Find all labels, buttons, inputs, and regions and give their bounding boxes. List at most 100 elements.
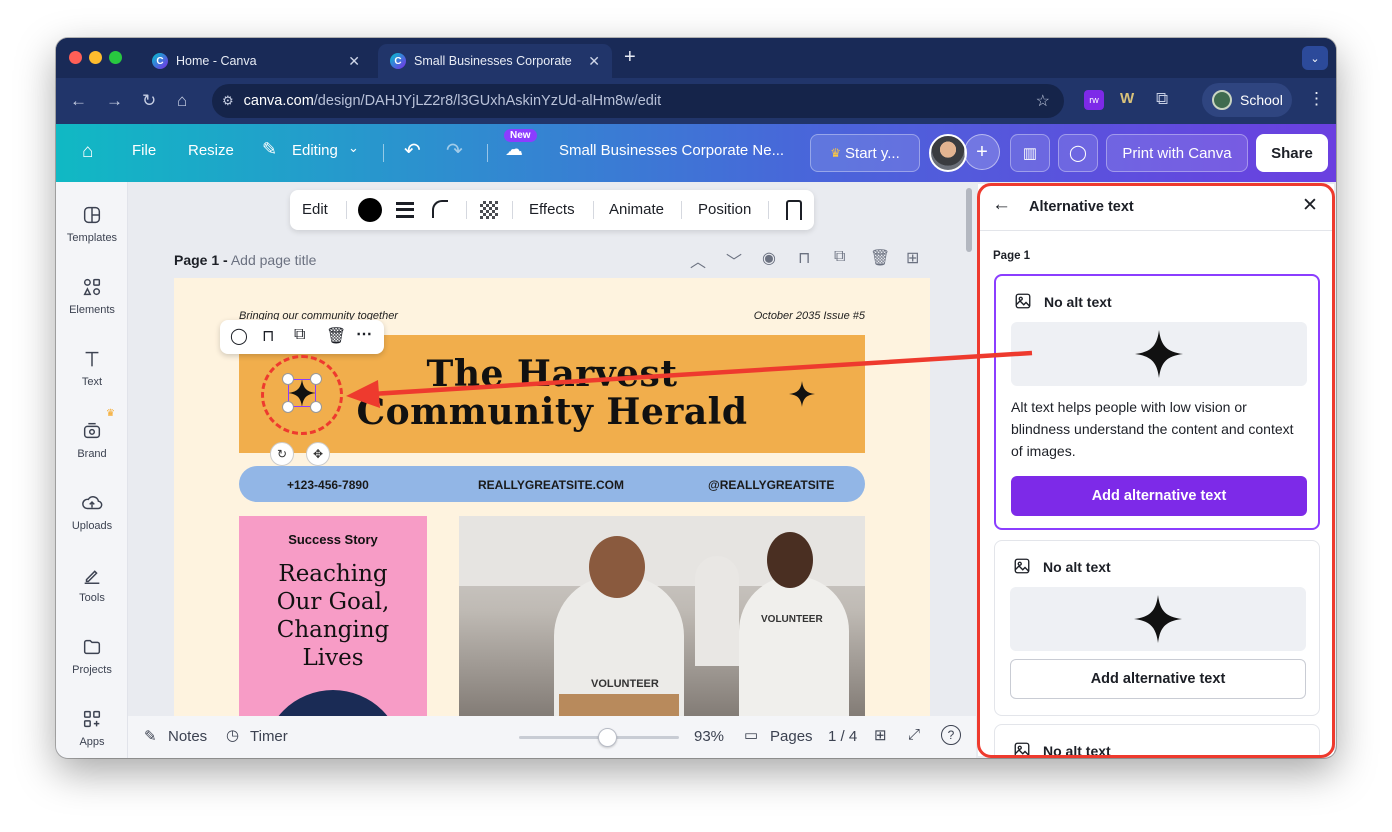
sidebar-item-brand[interactable]: ♛ Brand <box>56 408 128 460</box>
alt-text-card[interactable]: No alt text <box>994 724 1320 758</box>
chevron-down-icon[interactable]: ⌄ <box>348 140 359 156</box>
sidebar-item-text[interactable]: Text <box>56 348 128 388</box>
resize-handle[interactable] <box>310 401 322 413</box>
fullscreen-icon[interactable]: ⤢ <box>908 726 920 743</box>
sparkle-icon[interactable] <box>789 381 815 407</box>
reload-icon[interactable]: ↻ <box>142 91 156 111</box>
back-arrow-icon[interactable]: ← <box>992 194 1011 216</box>
contact-bar[interactable]: +123-456-7890 REALLYGREATSITE.COM @REALL… <box>239 466 865 502</box>
close-tab-icon[interactable]: ✕ <box>348 53 360 70</box>
resize-handle[interactable] <box>282 401 294 413</box>
avatar[interactable] <box>929 134 967 172</box>
new-tab-icon[interactable]: + <box>624 46 636 69</box>
sidebar-item-apps[interactable]: Apps <box>56 708 128 748</box>
position-button[interactable]: Position <box>698 201 751 218</box>
page-title-input[interactable]: Add page title <box>231 252 317 268</box>
tab-design[interactable]: C Small Businesses Corporate N ✕ <box>378 44 612 78</box>
volunteer-photo[interactable]: VOLUNTEER VOLUNTEER <box>459 516 865 718</box>
zoom-slider-handle[interactable] <box>598 728 617 747</box>
minimize-window-button[interactable] <box>89 51 102 64</box>
add-collaborator-button[interactable]: + <box>964 134 1000 170</box>
notes-icon[interactable]: ✎ <box>144 727 157 745</box>
extension-w-icon[interactable]: W <box>1120 90 1134 107</box>
duplicate-page-icon[interactable]: ⧉ <box>834 248 845 266</box>
print-with-canva-button[interactable]: Print with Canva <box>1106 134 1248 172</box>
resize-handle[interactable] <box>282 373 294 385</box>
add-alt-text-button[interactable]: Add alternative text <box>1011 476 1307 516</box>
zoom-level[interactable]: 93% <box>694 728 724 745</box>
animate-button[interactable]: Animate <box>609 201 664 218</box>
sidebar-item-uploads[interactable]: Uploads <box>56 492 128 532</box>
comments-button[interactable]: ◯ <box>1058 134 1098 172</box>
close-tab-icon[interactable]: ✕ <box>588 53 600 70</box>
file-menu[interactable]: File <box>132 142 156 159</box>
sidebar-item-elements[interactable]: Elements <box>56 276 128 316</box>
back-icon[interactable]: ← <box>70 91 87 111</box>
newsletter-title[interactable]: The Harvest Community Herald <box>239 355 865 431</box>
close-panel-icon[interactable]: ✕ <box>1302 194 1318 217</box>
corner-rounding-icon[interactable] <box>432 200 448 218</box>
edit-button[interactable]: Edit <box>302 201 328 218</box>
add-page-icon[interactable]: ⊞ <box>906 248 919 268</box>
help-icon[interactable]: ? <box>941 725 961 745</box>
cloud-saved-icon[interactable]: ☁ <box>505 139 523 160</box>
effects-button[interactable]: Effects <box>529 201 575 218</box>
chevron-down-icon[interactable]: ﹀ <box>726 248 742 272</box>
timer-button[interactable]: Timer <box>250 728 288 745</box>
color-swatch[interactable] <box>358 198 382 222</box>
bookmark-star-icon[interactable]: ☆ <box>1036 91 1050 111</box>
insights-button[interactable]: ▥ <box>1010 134 1050 172</box>
home-icon[interactable]: ⌂ <box>82 141 93 163</box>
delete-page-icon[interactable]: 🗑 <box>870 248 890 268</box>
start-trial-button[interactable]: ♛ Start y... <box>810 134 920 172</box>
profile-button[interactable]: School <box>1202 83 1292 117</box>
sidebar-item-projects[interactable]: Projects <box>56 636 128 676</box>
more-icon[interactable]: ⋯ <box>356 324 372 344</box>
move-handle[interactable]: ✥ <box>306 442 330 466</box>
extension-puzzle-icon[interactable]: rw <box>1084 90 1104 110</box>
transparency-icon[interactable] <box>480 201 498 219</box>
forward-icon[interactable]: → <box>106 91 123 111</box>
zoom-slider[interactable] <box>519 728 679 747</box>
paint-roller-icon[interactable] <box>786 200 802 220</box>
timer-icon[interactable]: ◷ <box>226 726 239 744</box>
extensions-icon[interactable]: ⧉ <box>1156 89 1168 109</box>
page-count[interactable]: 1 / 4 <box>828 728 857 745</box>
hide-page-icon[interactable]: ◉ <box>762 248 776 268</box>
tab-home[interactable]: C Home - Canva ✕ <box>140 44 372 78</box>
pages-icon[interactable]: ▭ <box>744 726 758 744</box>
pages-button[interactable]: Pages <box>770 728 813 745</box>
share-button[interactable]: Share <box>1256 134 1328 172</box>
alt-text-card[interactable]: No alt text Add alternative text <box>994 540 1320 716</box>
sidebar-item-tools[interactable]: Tools <box>56 564 128 604</box>
issue-text[interactable]: October 2035 Issue #5 <box>754 310 865 322</box>
resize-handle[interactable] <box>310 373 322 385</box>
tab-search-icon[interactable]: ⌄ <box>1302 46 1328 70</box>
success-story-card[interactable]: Success Story Reaching Our Goal, Changin… <box>239 516 427 718</box>
sidebar-item-templates[interactable]: Templates <box>56 204 128 244</box>
browser-menu-icon[interactable]: ⋮ <box>1308 89 1325 109</box>
lock-page-icon[interactable]: ⊓ <box>798 248 810 268</box>
close-window-button[interactable] <box>69 51 82 64</box>
document-title[interactable]: Small Businesses Corporate Ne... <box>559 142 784 159</box>
site-settings-icon[interactable]: ⚙ <box>222 93 234 109</box>
rotate-handle[interactable]: ↻ <box>270 442 294 466</box>
delete-icon[interactable]: 🗑 <box>326 326 346 346</box>
border-weight-icon[interactable] <box>396 202 414 218</box>
circle-photo[interactable] <box>263 690 403 718</box>
resize-menu[interactable]: Resize <box>188 142 234 159</box>
lock-icon[interactable]: ⊓ <box>262 326 274 346</box>
chevron-up-icon[interactable]: ︿ <box>690 248 706 272</box>
redo-icon[interactable]: ↷ <box>446 138 463 163</box>
zoom-window-button[interactable] <box>109 51 122 64</box>
editing-menu[interactable]: Editing <box>292 142 338 159</box>
undo-icon[interactable]: ↶ <box>404 138 421 163</box>
canvas-scrollbar[interactable] <box>966 188 972 252</box>
grid-view-icon[interactable]: ⊞ <box>874 726 887 744</box>
notes-button[interactable]: Notes <box>168 728 207 745</box>
duplicate-icon[interactable]: ⧉ <box>294 326 305 344</box>
alt-text-card[interactable]: No alt text Alt text helps people with l… <box>994 274 1320 530</box>
comment-add-icon[interactable]: ◯ <box>230 326 248 346</box>
url-field[interactable]: ⚙ canva.com /design/DAHJYjLZ2r8/l3GUxhAs… <box>212 84 1064 118</box>
home-icon[interactable]: ⌂ <box>177 91 187 111</box>
